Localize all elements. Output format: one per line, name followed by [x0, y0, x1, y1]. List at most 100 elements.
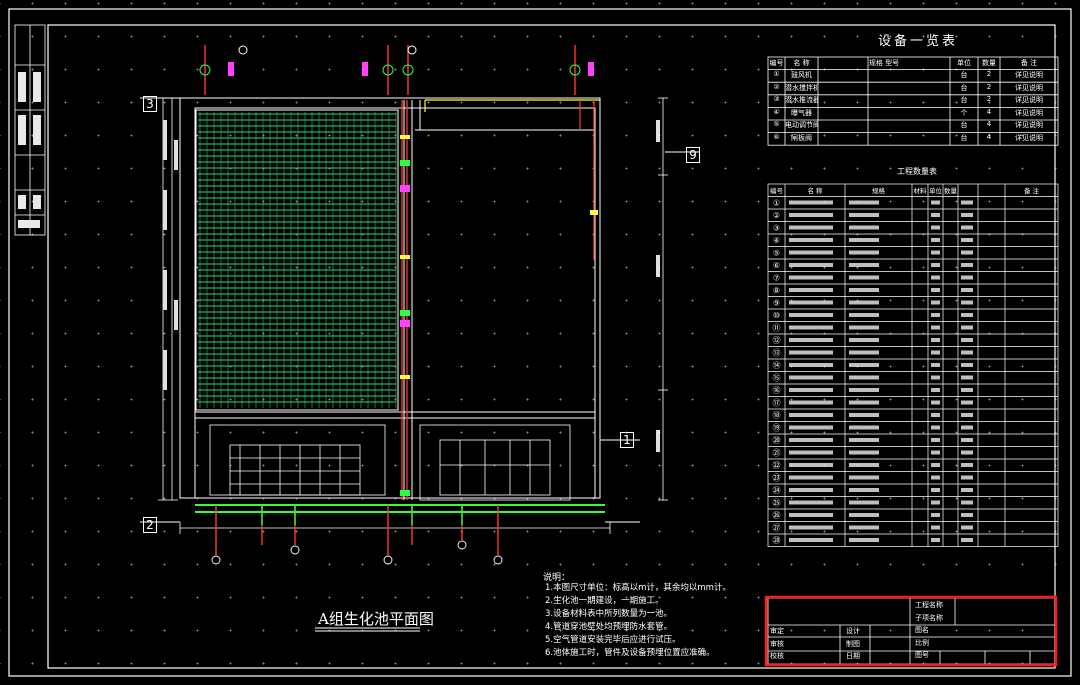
- equipment-cell: 详见说明: [1015, 71, 1043, 79]
- material-spec-text: [849, 325, 879, 330]
- bottom-valve-symbols: [211, 540, 503, 565]
- material-header-cell: 备 注: [1023, 187, 1040, 195]
- material-unit-text: [931, 263, 940, 267]
- equipment-cell: 详见说明: [1015, 83, 1043, 92]
- material-spec-text: [849, 350, 879, 355]
- title-block-row: 审核 制图: [770, 639, 910, 652]
- material-name-text: [789, 325, 833, 330]
- material-row-number: ⑳: [773, 436, 781, 445]
- equipment-cell: 台: [960, 121, 968, 130]
- material-qty-text: [961, 213, 973, 217]
- bottom-pipe-green: [195, 504, 605, 513]
- material-spec-text: [849, 375, 879, 380]
- material-unit-text: [931, 425, 940, 430]
- equipment-cell: ①: [773, 70, 780, 78]
- equipment-cell: 闸板阀: [791, 134, 812, 142]
- equipment-cell: 4: [986, 133, 992, 141]
- material-spec-text: [849, 200, 879, 205]
- equipment-header-cell: 编号: [769, 59, 784, 67]
- lower-left-equipment: [209, 424, 386, 496]
- equipment-table-headers: 编号 名 称 规格 型号 单位 数量 备 注: [768, 57, 1058, 69]
- equipment-table-title: 设备一览表: [878, 34, 959, 49]
- material-row-number: ㉕: [773, 499, 781, 508]
- equipment-cell: 潜水搅拌机: [785, 83, 818, 92]
- title-block-cell: [808, 639, 842, 652]
- material-unit-text: [931, 225, 940, 230]
- material-name-text: [789, 275, 833, 280]
- material-row-number: ⑫: [773, 336, 781, 345]
- material-unit-text: [931, 463, 940, 467]
- material-name-text: [789, 213, 833, 217]
- equipment-cell: 4: [986, 107, 992, 116]
- material-spec-text: [849, 288, 879, 292]
- material-spec-text: [849, 413, 879, 417]
- bottom-drop-pipes-green: [261, 505, 463, 525]
- title-block-rows: 审定 设计 审核 制图 校核 日期: [770, 626, 910, 664]
- material-row-number: ③: [773, 224, 780, 233]
- material-row-number: ⑨: [773, 299, 780, 308]
- equipment-header-cell: 名 称: [793, 59, 810, 67]
- equipment-cell: 台: [960, 71, 968, 79]
- material-name-text: [789, 338, 833, 342]
- material-spec-text: [849, 275, 879, 280]
- equipment-cell: 2: [986, 82, 992, 91]
- material-unit-text: [931, 388, 940, 392]
- material-qty-text: [961, 313, 973, 317]
- material-qty-text: [961, 400, 973, 405]
- axis-label-9: 9: [686, 147, 700, 163]
- material-row-number: ④: [773, 236, 780, 245]
- material-qty-text: [961, 375, 973, 380]
- top-valve-symbols: [199, 45, 581, 76]
- material-qty-text: [961, 513, 973, 517]
- equipment-header-cell: 规格 型号: [868, 59, 900, 67]
- material-row-number: ⑧: [773, 286, 780, 295]
- material-row-number: ㉗: [773, 524, 781, 533]
- material-qty-text: [961, 413, 973, 417]
- material-qty-text: [961, 463, 973, 467]
- title-block-cell: [808, 626, 842, 639]
- material-table-title: 工程数量表: [897, 167, 937, 176]
- material-spec-text: [849, 500, 879, 505]
- material-unit-text: [931, 325, 940, 330]
- material-unit-text: [931, 488, 940, 492]
- material-row-number: ⑱: [773, 411, 781, 420]
- header-pipe-yellow: [424, 99, 600, 112]
- material-row-number: ㉒: [773, 461, 781, 470]
- title-block-field: 子项名称: [915, 613, 943, 622]
- title-block-cell: 设计: [846, 627, 860, 635]
- material-qty-text: [961, 488, 973, 492]
- material-name-text: [789, 500, 833, 505]
- equipment-cell: ④: [773, 107, 780, 116]
- material-unit-text: [931, 313, 940, 317]
- material-row-number: ⑬: [773, 349, 781, 358]
- axis-label-1: 1: [620, 432, 634, 448]
- material-name-text: [789, 400, 833, 405]
- equipment-cell: ②: [773, 82, 780, 91]
- material-header-cell: 数量: [944, 187, 957, 195]
- equipment-cell: 鼓风机: [791, 71, 812, 79]
- material-name-text: [789, 200, 833, 205]
- material-spec-text: [849, 463, 879, 467]
- material-row-number: ㉖: [773, 511, 781, 520]
- material-qty-text: [961, 363, 973, 367]
- material-name-text: [789, 538, 833, 542]
- material-row-number: ⑯: [773, 386, 781, 395]
- axis-label-2: 2: [143, 517, 157, 533]
- material-name-text: [789, 288, 833, 292]
- material-row-number: ⑲: [773, 424, 781, 433]
- dimension-lines-bottom: [179, 522, 611, 534]
- material-spec-text: [849, 238, 879, 242]
- material-spec-text: [849, 513, 879, 517]
- title-block-cell: 审定: [770, 627, 784, 635]
- material-unit-text: [931, 513, 940, 517]
- material-name-text: [789, 313, 833, 317]
- material-qty-text: [961, 450, 973, 455]
- material-row-number: ⑪: [773, 324, 781, 333]
- material-unit-text: [931, 275, 940, 280]
- equipment-cell: 电动调节阀: [785, 121, 818, 130]
- material-row-number: ⑮: [773, 374, 781, 383]
- equipment-cell: 台: [960, 134, 968, 142]
- material-qty-text: [961, 475, 973, 480]
- material-qty-text: [961, 500, 973, 505]
- material-spec-text: [849, 488, 879, 492]
